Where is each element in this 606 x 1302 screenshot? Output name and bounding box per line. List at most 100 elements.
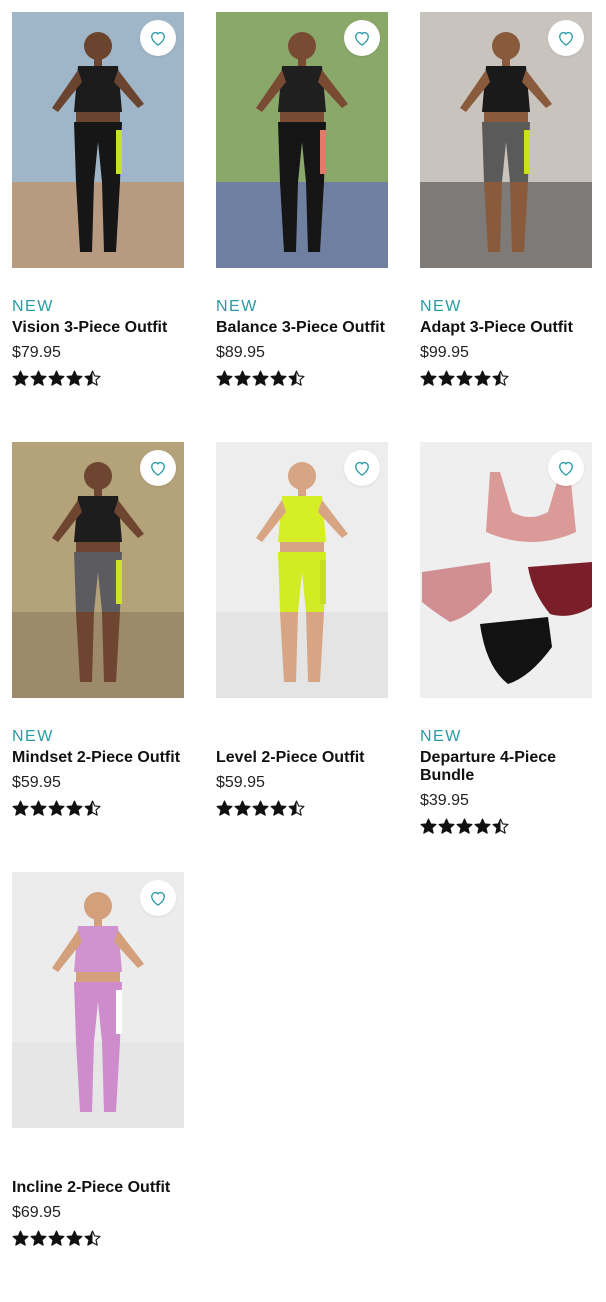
photo-ground <box>216 612 388 698</box>
star-icon <box>84 800 101 816</box>
star-icon <box>66 1230 83 1246</box>
product-name[interactable]: Incline 2-Piece Outfit <box>12 1179 184 1197</box>
star-icon <box>288 370 305 386</box>
heart-outline-icon <box>151 891 165 906</box>
photo-ground <box>216 182 388 268</box>
product-image[interactable] <box>216 442 388 698</box>
product-card[interactable]: Level 2-Piece Outfit $59.95 <box>216 442 388 872</box>
photo-ground <box>12 612 184 698</box>
photo-ground <box>12 1042 184 1128</box>
heart-outline-icon <box>151 31 165 46</box>
star-icon <box>48 1230 65 1246</box>
heart-outline-icon <box>559 461 573 476</box>
star-icon <box>456 818 473 834</box>
star-icon <box>12 370 29 386</box>
star-icon <box>12 800 29 816</box>
product-info: NEW Vision 3-Piece Outfit $79.95 <box>12 296 184 387</box>
new-badge <box>216 726 388 748</box>
product-image[interactable] <box>420 12 592 268</box>
star-icon <box>270 370 287 386</box>
product-card[interactable]: NEW Mindset 2-Piece Outfit $59.95 <box>12 442 184 872</box>
product-name[interactable]: Vision 3-Piece Outfit <box>12 319 184 337</box>
heart-outline-icon <box>151 461 165 476</box>
product-name[interactable]: Departure 4-Piece Bundle <box>420 749 592 785</box>
star-icon <box>420 818 437 834</box>
product-info: NEW Departure 4-Piece Bundle $39.95 <box>420 726 592 835</box>
heart-outline-icon <box>559 31 573 46</box>
rating-stars <box>420 370 592 387</box>
star-icon <box>48 800 65 816</box>
product-image[interactable] <box>420 442 592 698</box>
favorite-button[interactable] <box>548 450 584 486</box>
heart-outline-icon <box>355 31 369 46</box>
new-badge: NEW <box>216 298 258 315</box>
favorite-button[interactable] <box>140 450 176 486</box>
star-icon <box>492 370 509 386</box>
product-image[interactable] <box>216 12 388 268</box>
product-price: $89.95 <box>216 344 265 361</box>
product-card[interactable]: NEW Departure 4-Piece Bundle $39.95 <box>420 442 592 872</box>
star-icon <box>474 370 491 386</box>
rating-stars <box>420 818 592 835</box>
star-icon <box>288 800 305 816</box>
star-icon <box>420 370 437 386</box>
product-price: $79.95 <box>12 344 61 361</box>
favorite-button[interactable] <box>140 880 176 916</box>
product-info: NEW Adapt 3-Piece Outfit $99.95 <box>420 296 592 387</box>
product-name[interactable]: Balance 3-Piece Outfit <box>216 319 388 337</box>
product-card[interactable]: Incline 2-Piece Outfit $69.95 <box>12 872 184 1302</box>
favorite-button[interactable] <box>344 20 380 56</box>
new-badge <box>12 1156 184 1178</box>
favorite-button[interactable] <box>344 450 380 486</box>
star-icon <box>234 800 251 816</box>
star-icon <box>84 1230 101 1246</box>
product-info: Incline 2-Piece Outfit $69.95 <box>12 1156 184 1247</box>
product-info: Level 2-Piece Outfit $59.95 <box>216 726 388 817</box>
product-info: NEW Mindset 2-Piece Outfit $59.95 <box>12 726 184 817</box>
photo-ground <box>12 182 184 268</box>
star-icon <box>252 800 269 816</box>
product-image[interactable] <box>12 12 184 268</box>
product-card[interactable]: NEW Vision 3-Piece Outfit $79.95 <box>12 12 184 442</box>
rating-stars <box>12 370 184 387</box>
star-icon <box>234 370 251 386</box>
star-icon <box>474 818 491 834</box>
new-badge: NEW <box>12 298 54 315</box>
star-icon <box>12 1230 29 1246</box>
star-icon <box>66 800 83 816</box>
star-icon <box>216 370 233 386</box>
star-icon <box>270 800 287 816</box>
star-icon <box>252 370 269 386</box>
product-price: $59.95 <box>12 774 61 791</box>
product-price: $99.95 <box>420 344 469 361</box>
product-card[interactable]: NEW Balance 3-Piece Outfit $89.95 <box>216 12 388 442</box>
heart-outline-icon <box>355 461 369 476</box>
favorite-button[interactable] <box>548 20 584 56</box>
star-icon <box>438 370 455 386</box>
product-name[interactable]: Mindset 2-Piece Outfit <box>12 749 184 767</box>
star-icon <box>84 370 101 386</box>
star-icon <box>456 370 473 386</box>
rating-stars <box>216 370 388 387</box>
star-icon <box>438 818 455 834</box>
product-image[interactable] <box>12 442 184 698</box>
star-icon <box>48 370 65 386</box>
star-icon <box>30 370 47 386</box>
product-info: NEW Balance 3-Piece Outfit $89.95 <box>216 296 388 387</box>
new-badge: NEW <box>420 728 462 745</box>
rating-stars <box>12 1230 184 1247</box>
rating-stars <box>12 800 184 817</box>
product-name[interactable]: Adapt 3-Piece Outfit <box>420 319 592 337</box>
product-name[interactable]: Level 2-Piece Outfit <box>216 749 388 767</box>
rating-stars <box>216 800 388 817</box>
product-price: $39.95 <box>420 792 469 809</box>
new-badge: NEW <box>12 728 54 745</box>
favorite-button[interactable] <box>140 20 176 56</box>
star-icon <box>30 1230 47 1246</box>
product-card[interactable]: NEW Adapt 3-Piece Outfit $99.95 <box>420 12 592 442</box>
product-grid: NEW Vision 3-Piece Outfit $79.95 NEW Bal… <box>12 12 592 1302</box>
product-image[interactable] <box>12 872 184 1128</box>
product-price: $59.95 <box>216 774 265 791</box>
photo-ground <box>420 182 592 268</box>
product-price: $69.95 <box>12 1204 61 1221</box>
